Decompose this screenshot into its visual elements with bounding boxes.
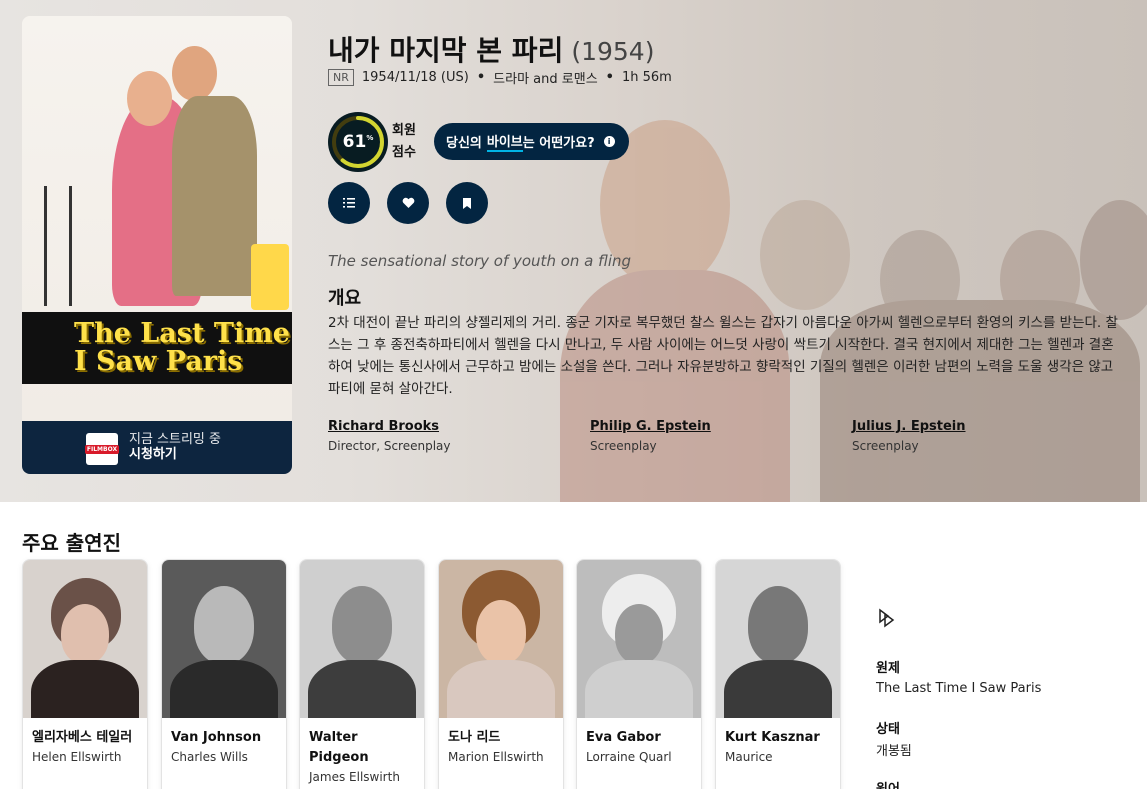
overview-heading: 개요 xyxy=(328,288,362,309)
movie-title[interactable]: 내가 마지막 본 파리 xyxy=(328,29,563,69)
original-language-label: 원어 xyxy=(876,778,900,789)
score-number: 61 xyxy=(342,132,367,152)
crew-member: Julius J. Epstein Screenplay xyxy=(852,419,1082,453)
cast-card[interactable]: 도나 리드 Marion Ellswirth xyxy=(438,559,564,789)
poster-title-line2: I Saw Paris xyxy=(74,346,243,377)
cast-card[interactable]: Walter Pidgeon James Ellswirth xyxy=(299,559,425,789)
release-date: 1954/11/18 (US) xyxy=(361,70,469,85)
crew-job: Screenplay xyxy=(852,439,919,453)
cast-heading: 주요 출연진 xyxy=(22,531,121,555)
cast-photo xyxy=(439,560,563,718)
watchlist-button[interactable] xyxy=(446,182,488,224)
score-label-line1: 회원 xyxy=(392,123,416,138)
separator-dot: • xyxy=(476,70,486,85)
cast-character: Marion Ellswirth xyxy=(448,750,544,764)
status-label: 상태 xyxy=(876,722,900,737)
crew-name[interactable]: Philip G. Epstein xyxy=(590,419,820,434)
cast-name[interactable]: Kurt Kasznar xyxy=(716,718,840,748)
genres[interactable]: 드라마 and 로맨스 xyxy=(493,68,597,87)
poster-title-line1: The Last Time xyxy=(74,318,290,349)
runtime: 1h 56m xyxy=(621,70,672,85)
original-title-value: The Last Time I Saw Paris xyxy=(876,681,1042,696)
release-year: (1954) xyxy=(571,37,655,66)
crew-job: Screenplay xyxy=(590,439,657,453)
movie-header: The Last Time I Saw Paris FILMBOX 지금 스트리… xyxy=(0,0,1147,502)
cast-card[interactable]: 엘리자베스 테일러 Helen Ellswirth xyxy=(22,559,148,789)
crew-name[interactable]: Julius J. Epstein xyxy=(852,419,1082,434)
movie-facts: NR 1954/11/18 (US) • 드라마 and 로맨스 • 1h 56… xyxy=(328,68,672,87)
cast-photo xyxy=(577,560,701,718)
vibe-text-highlight: 바이브 xyxy=(486,131,523,152)
heart-icon xyxy=(402,197,414,208)
tagline: The sensational story of youth on a flin… xyxy=(328,252,632,270)
overview-text: 2차 대전이 끝난 파리의 샹젤리제의 거리. 종군 기자로 복무했던 찰스 윌… xyxy=(328,315,1118,397)
provider-logo: FILMBOX xyxy=(84,433,120,465)
user-score-label: 회원 점수 xyxy=(392,120,416,164)
vibe-text-prefix: 당신의 xyxy=(446,136,482,151)
poster-title: The Last Time I Saw Paris xyxy=(74,320,290,376)
cast-card[interactable]: Kurt Kasznar Maurice xyxy=(715,559,841,789)
cast-name[interactable]: 엘리자베스 테일러 xyxy=(23,718,147,748)
poster-card[interactable]: The Last Time I Saw Paris FILMBOX 지금 스트리… xyxy=(22,16,292,474)
watch-now-bar[interactable]: FILMBOX 지금 스트리밍 중 시청하기 xyxy=(22,421,292,474)
separator-dot: • xyxy=(605,70,614,85)
cast-character: James Ellswirth xyxy=(309,770,400,784)
vibe-button[interactable]: 당신의 바이브 는 어떤가요? i xyxy=(434,123,629,160)
crew-job: Director, Screenplay xyxy=(328,439,451,453)
crew-name[interactable]: Richard Brooks xyxy=(328,419,558,434)
cast-name[interactable]: Walter Pidgeon xyxy=(300,718,424,768)
cast-character: Helen Ellswirth xyxy=(32,750,122,764)
score-percent: % xyxy=(366,133,374,142)
cast-character: Maurice xyxy=(725,750,773,764)
bookmark-icon xyxy=(463,197,471,209)
cast-card[interactable]: Eva Gabor Lorraine Quarl xyxy=(576,559,702,789)
crew-member: Philip G. Epstein Screenplay xyxy=(590,419,820,453)
add-to-list-button[interactable] xyxy=(328,182,370,224)
watch-now-link[interactable]: 시청하기 xyxy=(129,447,221,462)
streaming-status: 지금 스트리밍 중 xyxy=(129,432,221,447)
cast-name[interactable]: 도나 리드 xyxy=(439,718,563,748)
cast-photo xyxy=(716,560,840,718)
crew-member: Richard Brooks Director, Screenplay xyxy=(328,419,558,453)
cast-character: Charles Wills xyxy=(171,750,248,764)
vibe-text-suffix: 는 어떤가요? xyxy=(522,136,595,151)
cast-card[interactable]: Van Johnson Charles Wills xyxy=(161,559,287,789)
score-value: 61% xyxy=(328,112,388,172)
certification-badge: NR xyxy=(328,69,354,86)
cast-name[interactable]: Van Johnson xyxy=(162,718,286,748)
cast-character: Lorraine Quarl xyxy=(586,750,672,764)
info-icon: i xyxy=(603,136,615,147)
user-score-chart[interactable]: 61% xyxy=(328,112,388,172)
cast-name[interactable]: Eva Gabor xyxy=(577,718,701,748)
cast-photo xyxy=(300,560,424,718)
favorite-button[interactable] xyxy=(387,182,429,224)
cast-photo xyxy=(162,560,286,718)
cast-photo xyxy=(23,560,147,718)
list-icon xyxy=(343,198,355,208)
original-title-label: 원제 xyxy=(876,661,900,676)
score-label-line2: 점수 xyxy=(392,145,416,160)
provider-logo-text: FILMBOX xyxy=(84,444,120,454)
status-value: 개봉됨 xyxy=(876,744,912,759)
play-arrows-icon[interactable] xyxy=(877,607,899,629)
